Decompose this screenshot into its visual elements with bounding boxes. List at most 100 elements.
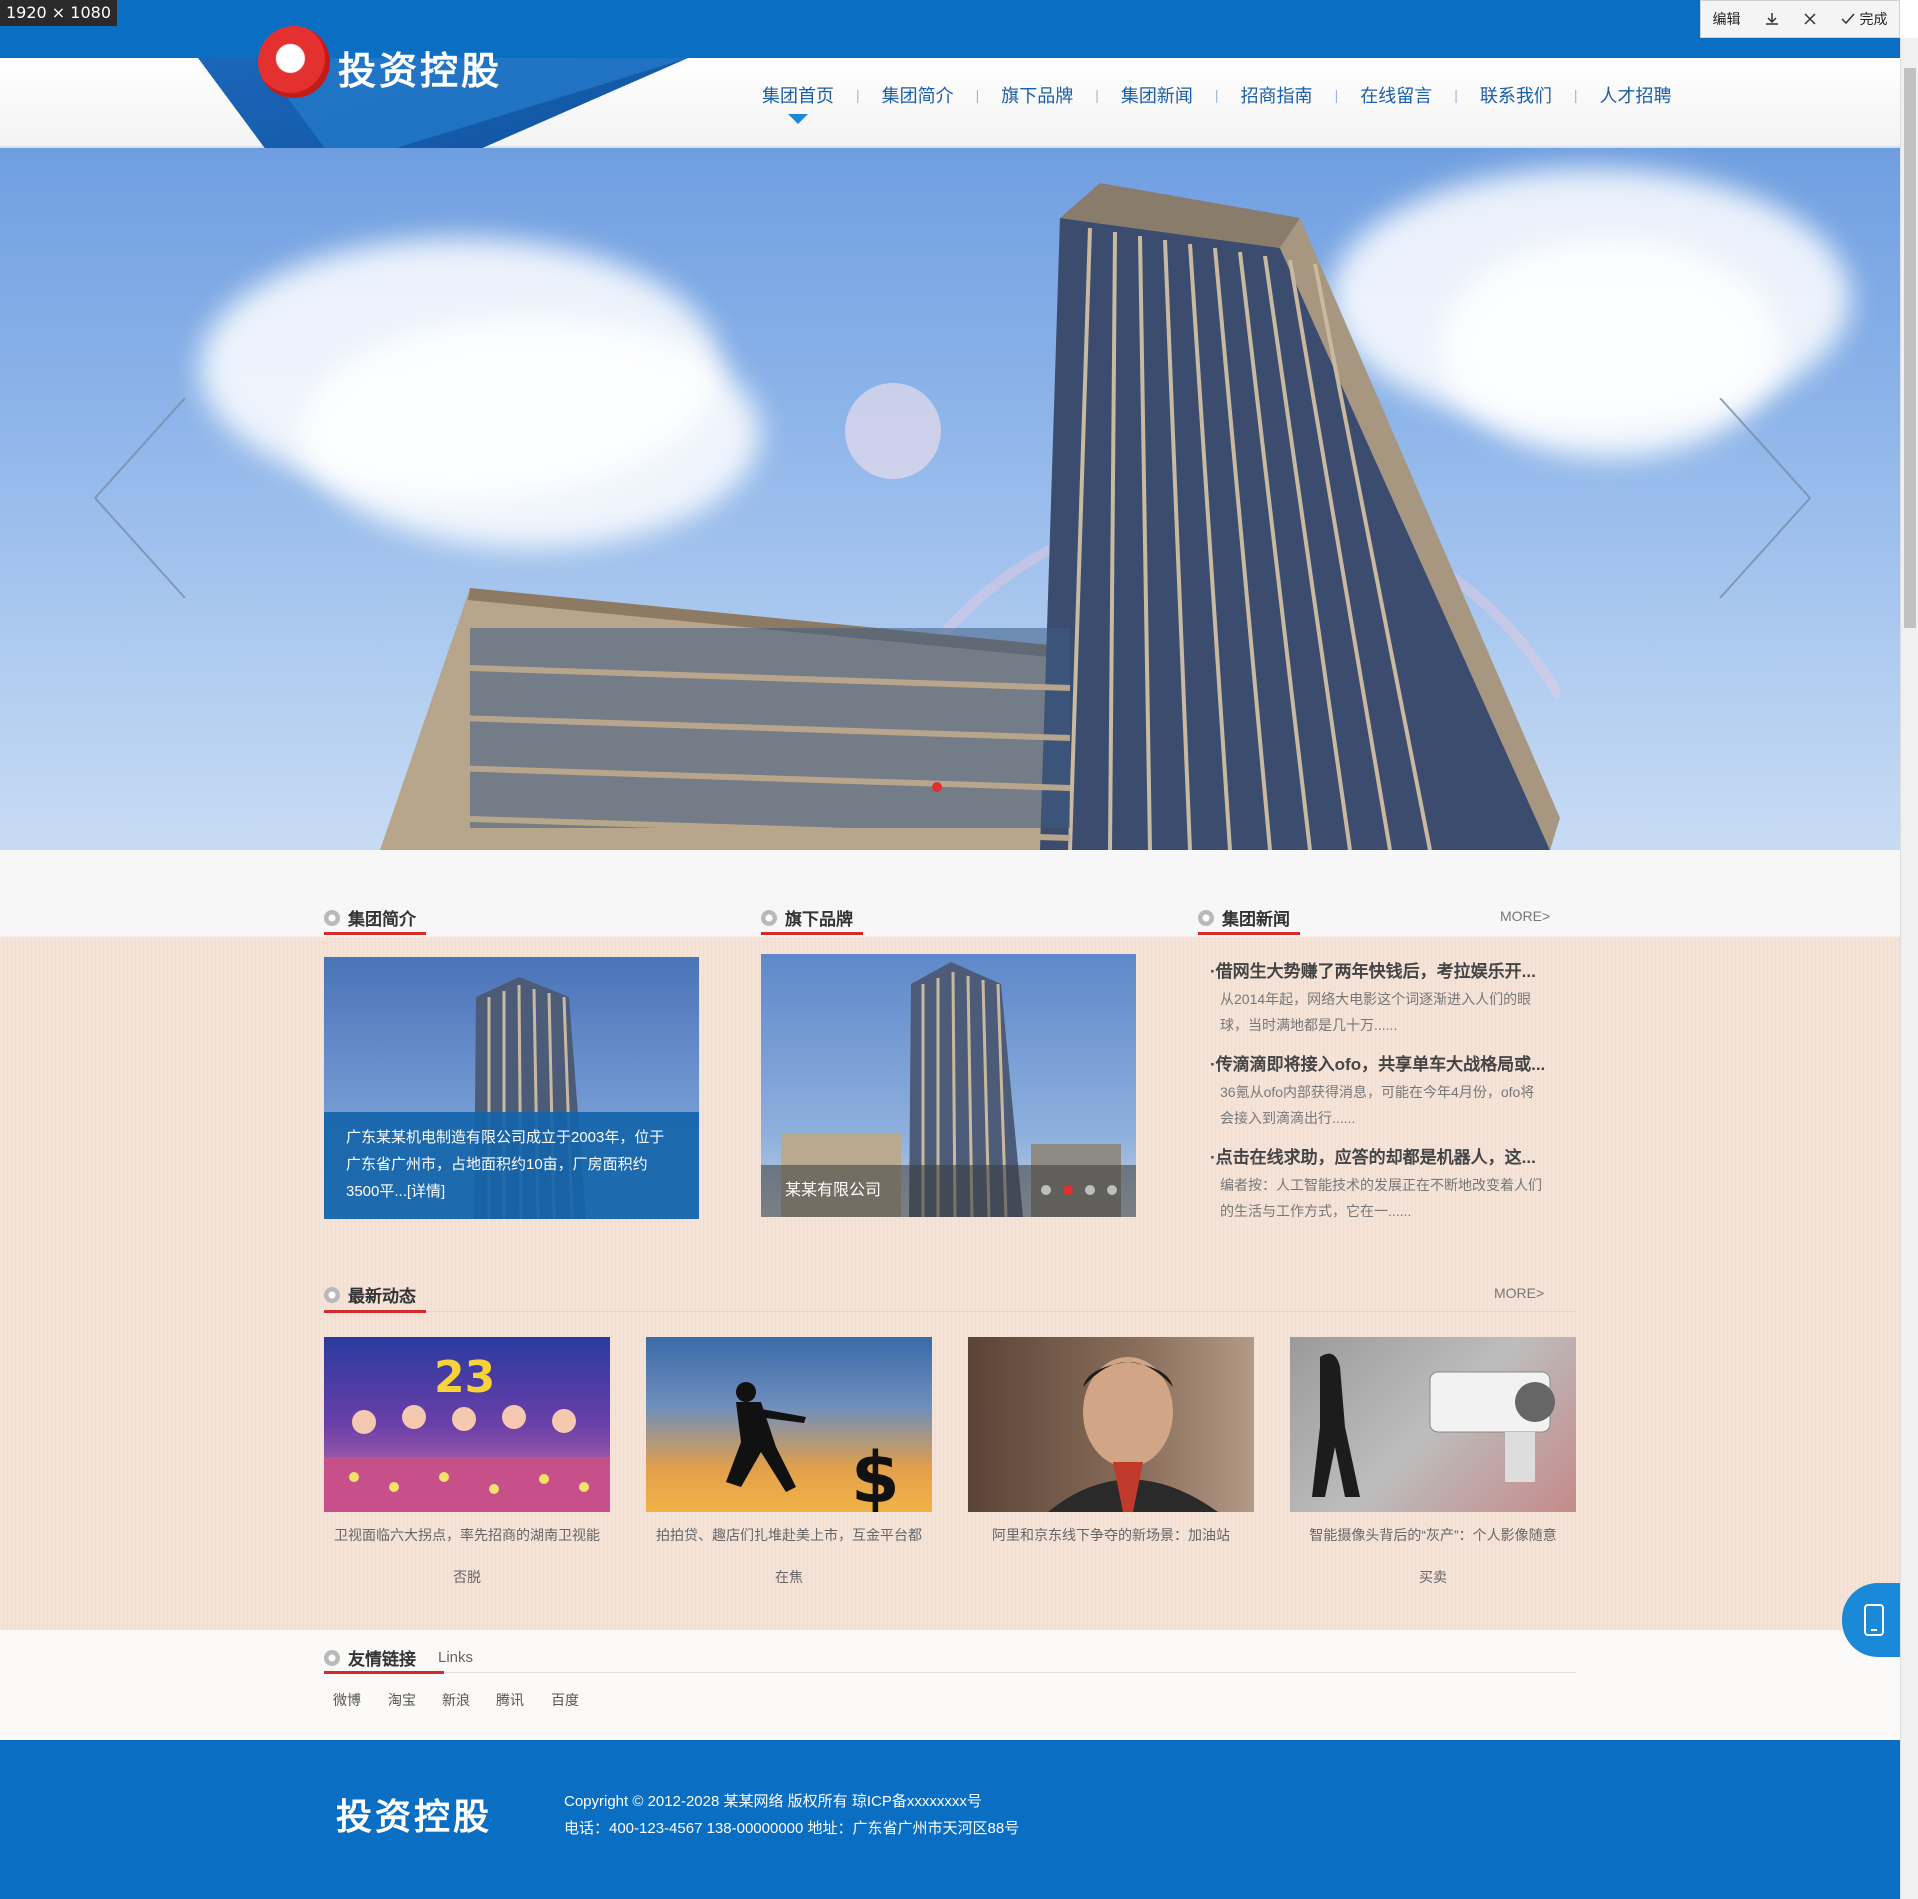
screenshot-size-label: 1920 × 1080 [0, 0, 118, 26]
dynamics-card-caption[interactable]: 买卖 [1290, 1556, 1576, 1598]
dynamics-card-caption[interactable]: 卫视面临六大拐点，率先招商的湖南卫视能 [324, 1514, 610, 1556]
news-item-summary: 编者按：人工智能技术的发展正在不断地改变着人们 [1220, 1177, 1542, 1193]
footer-copyright: Copyright © 2012-2028 某某网络 版权所有 琼ICP备xxx… [564, 1793, 982, 1810]
news-item-summary: 球，当时满地都是几十万...... [1220, 1017, 1398, 1033]
dynamics-more-link[interactable]: MORE> [1494, 1285, 1544, 1301]
banner-slide-dot[interactable] [932, 782, 942, 792]
phone-icon [1864, 1604, 1884, 1636]
nav-item-news[interactable]: 集团新闻 [1099, 82, 1215, 108]
links-title-underline [324, 1671, 444, 1674]
intro-section-title: 集团简介 [324, 905, 416, 930]
section-bullet-icon [324, 1649, 340, 1666]
svg-text:$: $ [851, 1437, 900, 1512]
brand-slide-dot[interactable] [1041, 1185, 1051, 1195]
friend-links-area [0, 1630, 1900, 1740]
content-top-strip [0, 850, 1900, 936]
news-item-title[interactable]: ·点击在线求助，应答的却都是机器人，这... [1210, 1143, 1570, 1168]
dynamics-image[interactable]: 23 [324, 1337, 610, 1512]
intro-detail-link[interactable]: 3500平...[详情] [346, 1178, 677, 1205]
links-title-text: 友情链接 [348, 1650, 416, 1669]
links-subtitle: Links [438, 1649, 474, 1666]
capture-toolbar: 编辑 完成 [1700, 0, 1900, 38]
dynamics-card[interactable]: $ 拍拍贷、趣店们扎堆赴美上市，互金平台都 在焦 [646, 1337, 932, 1598]
check-icon [1840, 13, 1855, 25]
section-bullet-icon [761, 909, 777, 926]
dynamics-card-caption[interactable]: 阿里和京东线下争夺的新场景：加油站 [968, 1514, 1254, 1556]
news-more-link[interactable]: MORE> [1500, 908, 1550, 924]
nav-item-home[interactable]: 集团首页 [740, 82, 856, 124]
dynamics-card[interactable]: 阿里和京东线下争夺的新场景：加油站 [968, 1337, 1254, 1556]
dynamics-card[interactable]: 智能摄像头背后的“灰产”：个人影像随意 买卖 [1290, 1337, 1576, 1598]
news-item-summary: 的生活与工作方式，它在一...... [1220, 1203, 1412, 1219]
news-item-summary: 36氪从ofo内部获得消息，可能在今年4月份，ofo将 [1220, 1084, 1535, 1100]
dynamics-title-underline [324, 1310, 426, 1313]
dynamics-card-caption[interactable]: 拍拍贷、趣店们扎堆赴美上市，互金平台都 [646, 1514, 932, 1556]
brands-section-title: 旗下品牌 [761, 905, 853, 930]
nav-item-contact[interactable]: 联系我们 [1458, 82, 1574, 108]
dynamics-title-text: 最新动态 [348, 1287, 416, 1306]
intro-line: 广东某某机电制造有限公司成立于2003年，位于 [346, 1129, 665, 1146]
close-icon[interactable] [1803, 12, 1817, 26]
news-item-summary: 从2014年起，网络大电影这个词逐渐进入人们的眼 [1220, 991, 1532, 1007]
site-logo-text[interactable]: 投资控股 [338, 40, 502, 95]
nav-item-about[interactable]: 集团简介 [860, 82, 976, 108]
banner-prev-arrow[interactable] [85, 398, 205, 598]
download-icon[interactable] [1764, 11, 1780, 27]
main-nav: 集团首页 | 集团简介 | 旗下品牌 | 集团新闻 | 招商指南 | 在线留言 … [740, 82, 1693, 124]
done-button[interactable]: 完成 [1840, 9, 1888, 29]
brand-slide-dot[interactable] [1107, 1185, 1117, 1195]
dynamics-card-caption[interactable]: 否脱 [324, 1556, 610, 1598]
scrollbar-thumb[interactable] [1904, 68, 1916, 628]
logo-icon[interactable] [258, 26, 330, 98]
friend-link[interactable]: 新浪 [442, 1690, 470, 1710]
dynamics-image[interactable] [1290, 1337, 1576, 1512]
footer-logo-text[interactable]: 投资控股 [336, 1788, 492, 1840]
brands-title-underline [761, 932, 863, 935]
nav-item-jobs[interactable]: 人才招聘 [1577, 82, 1693, 108]
section-bullet-icon [324, 1286, 340, 1303]
intro-caption[interactable]: 广东某某机电制造有限公司成立于2003年，位于 广东省广州市，占地面积约10亩，… [324, 1112, 699, 1219]
intro-title-underline [324, 932, 426, 935]
nav-item-investment[interactable]: 招商指南 [1219, 82, 1335, 108]
nav-item-message[interactable]: 在线留言 [1338, 82, 1454, 108]
nav-item-brands[interactable]: 旗下品牌 [979, 82, 1095, 108]
intro-line: 广东省广州市，占地面积约10亩，厂房面积约 [346, 1156, 648, 1173]
news-title-text: 集团新闻 [1222, 910, 1290, 929]
dynamics-card-caption[interactable]: 在焦 [646, 1556, 932, 1598]
dynamics-image[interactable]: $ [646, 1337, 932, 1512]
brand-slide-dot-active[interactable] [1063, 1185, 1073, 1195]
brand-slide-dot[interactable] [1085, 1185, 1095, 1195]
news-item-title[interactable]: ·传滴滴即将接入ofo，共享单车大战格局或... [1210, 1050, 1570, 1075]
brand-caption-text: 某某有限公司 [785, 1182, 882, 1199]
dynamics-card-caption[interactable]: 智能摄像头背后的“灰产”：个人影像随意 [1290, 1514, 1576, 1556]
tower-stripes [439, 227, 1432, 850]
dynamics-card[interactable]: 23 卫视面临六大拐点，率先招商的湖南卫视能 否脱 [324, 1337, 610, 1598]
edit-button[interactable]: 编辑 [1713, 9, 1741, 29]
friend-link[interactable]: 腾讯 [496, 1690, 524, 1710]
banner-next-arrow[interactable] [1700, 398, 1820, 598]
svg-text:23: 23 [434, 1352, 495, 1403]
news-list-item[interactable]: ·点击在线求助，应答的却都是机器人，这... 编者按：人工智能技术的发展正在不断… [1210, 1143, 1570, 1224]
brands-title-text: 旗下品牌 [785, 910, 853, 929]
news-title-underline [1198, 932, 1300, 935]
section-bullet-icon [324, 909, 340, 926]
news-list-item[interactable]: ·借网生大势赚了两年快钱后，考拉娱乐开... 从2014年起，网络大电影这个词逐… [1210, 957, 1570, 1038]
links-divider [324, 1672, 1576, 1673]
brand-caption[interactable]: 某某有限公司 [761, 1165, 1136, 1217]
hero-banner [0, 148, 1900, 850]
dynamics-section-title: 最新动态 [324, 1282, 416, 1307]
news-item-summary: 会接入到滴滴出行...... [1220, 1110, 1356, 1126]
intro-title-text: 集团简介 [348, 910, 416, 929]
news-list-item[interactable]: ·传滴滴即将接入ofo，共享单车大战格局或... 36氪从ofo内部获得消息，可… [1210, 1050, 1570, 1131]
links-section-title: 友情链接 Links [324, 1645, 473, 1670]
page-scrollbar[interactable] [1900, 38, 1918, 1899]
friend-link[interactable]: 淘宝 [388, 1690, 416, 1710]
friend-link[interactable]: 百度 [551, 1690, 579, 1710]
dynamics-image[interactable] [968, 1337, 1254, 1512]
friend-link[interactable]: 微博 [333, 1690, 361, 1710]
section-bullet-icon [1198, 909, 1214, 926]
edit-label: 编辑 [1712, 11, 1741, 27]
phone-contact-button[interactable] [1842, 1583, 1906, 1657]
dynamics-divider [426, 1311, 1576, 1312]
news-item-title[interactable]: ·借网生大势赚了两年快钱后，考拉娱乐开... [1210, 957, 1570, 982]
